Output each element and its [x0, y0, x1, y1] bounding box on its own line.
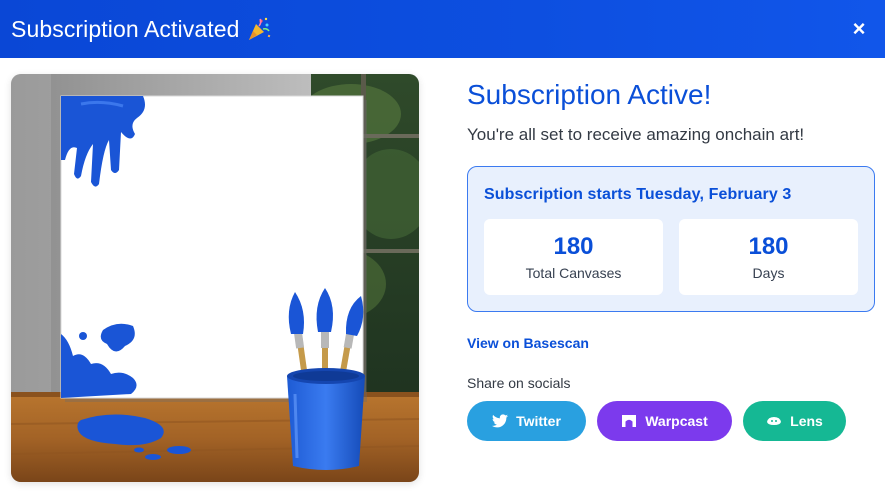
modal-title-text: Subscription Activated — [11, 15, 240, 42]
stat-total-canvases: 180 Total Canvases — [484, 219, 663, 295]
subscription-start-date: Subscription starts Tuesday, February 3 — [484, 186, 792, 203]
party-popper-icon — [246, 16, 272, 42]
subscription-info-card: Subscription starts Tuesday, February 3 … — [467, 166, 875, 312]
stat-label: Days — [752, 265, 785, 281]
close-button[interactable]: × — [847, 16, 871, 42]
lens-leaf-icon — [766, 415, 782, 427]
stat-label: Total Canvases — [525, 265, 622, 281]
stat-value: 180 — [553, 233, 594, 260]
twitter-bird-icon — [492, 414, 509, 428]
twitter-share-button[interactable]: Twitter — [467, 401, 586, 441]
lens-share-button[interactable]: Lens — [743, 401, 846, 441]
modal-header: Subscription Activated × — [0, 0, 885, 58]
twitter-label[interactable]: Twitter — [516, 413, 561, 429]
modal-title: Subscription Activated — [11, 16, 272, 43]
stat-value: 180 — [748, 233, 789, 260]
artwork-image — [11, 74, 419, 482]
page-title: Subscription Active! — [467, 79, 712, 110]
subtitle: You're all set to receive amazing onchai… — [467, 125, 805, 144]
warpcast-arch-icon — [621, 414, 637, 428]
close-icon[interactable]: × — [853, 16, 866, 42]
stats-row: 180 Total Canvases 180 Days — [484, 219, 858, 295]
social-buttons: Twitter Warpcast Lens — [467, 401, 875, 441]
share-label: Share on socials — [467, 375, 571, 391]
warpcast-label[interactable]: Warpcast — [645, 413, 708, 429]
warpcast-share-button[interactable]: Warpcast — [597, 401, 732, 441]
lens-label[interactable]: Lens — [790, 413, 823, 429]
subscription-details: Subscription Active! You're all set to r… — [467, 78, 875, 441]
view-on-basescan-link[interactable]: View on Basescan — [467, 335, 875, 351]
stat-days: 180 Days — [679, 219, 858, 295]
